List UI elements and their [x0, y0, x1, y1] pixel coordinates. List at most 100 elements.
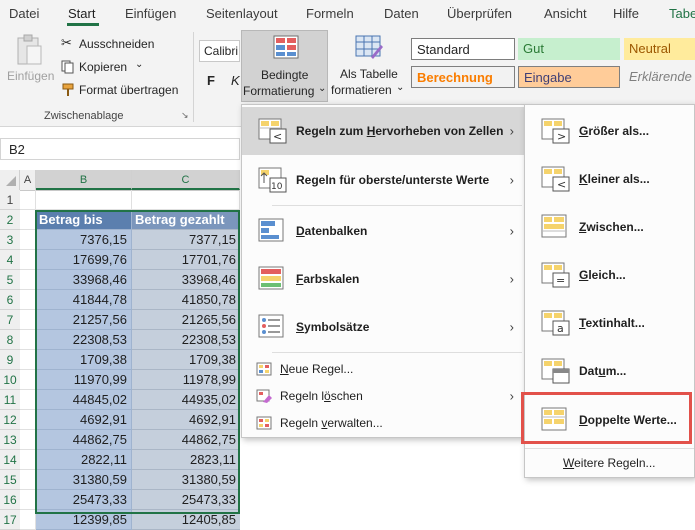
- style-berechnung[interactable]: Berechnung: [411, 66, 515, 88]
- row-header[interactable]: 15: [0, 470, 20, 490]
- cell-c[interactable]: 7377,15: [132, 230, 240, 250]
- menu-color-scales[interactable]: Farbskalen ›: [242, 255, 524, 303]
- cell-a[interactable]: [20, 270, 36, 290]
- italic-button[interactable]: K: [231, 73, 240, 88]
- cut-button[interactable]: ✂ Ausschneiden: [61, 35, 161, 52]
- cell-b[interactable]: 21257,56: [36, 310, 132, 330]
- column-header-a[interactable]: A: [20, 170, 36, 190]
- cell-a[interactable]: [20, 330, 36, 350]
- cell-b[interactable]: 44862,75: [36, 430, 132, 450]
- cell-b[interactable]: 12399,85: [36, 510, 132, 530]
- cell-c[interactable]: 21265,56: [132, 310, 240, 330]
- submenu-equal-to[interactable]: = Gleich...: [525, 251, 694, 299]
- submenu-between[interactable]: Zwischen...: [525, 203, 694, 251]
- cell-a[interactable]: [20, 350, 36, 370]
- cell-c[interactable]: [132, 190, 240, 210]
- cell-a[interactable]: [20, 430, 36, 450]
- cell-a[interactable]: [20, 250, 36, 270]
- cell-b[interactable]: [36, 190, 132, 210]
- cell-c[interactable]: 11978,99: [132, 370, 240, 390]
- cell-c[interactable]: 1709,38: [132, 350, 240, 370]
- row-header[interactable]: 10: [0, 370, 20, 390]
- row-header[interactable]: 17: [0, 510, 20, 530]
- menu-top-bottom-rules[interactable]: 10 Regeln für oberste/unterste Werte ›: [242, 156, 524, 204]
- row-header[interactable]: 1: [0, 190, 20, 210]
- cell-c[interactable]: 17701,76: [132, 250, 240, 270]
- cell-b[interactable]: 7376,15: [36, 230, 132, 250]
- style-eingabe[interactable]: Eingabe: [518, 66, 620, 88]
- cell-a[interactable]: [20, 410, 36, 430]
- style-gut[interactable]: Gut: [518, 38, 620, 60]
- row-header[interactable]: 11: [0, 390, 20, 410]
- cell-b[interactable]: 41844,78: [36, 290, 132, 310]
- menu-data-bars[interactable]: Datenbalken ›: [242, 207, 524, 255]
- tab-formeln[interactable]: Formeln: [306, 6, 354, 21]
- cell-c[interactable]: 4692,91: [132, 410, 240, 430]
- column-header-c[interactable]: C: [132, 170, 240, 190]
- tab-daten[interactable]: Daten: [384, 6, 419, 21]
- cell-a[interactable]: [20, 450, 36, 470]
- tab-einfuegen[interactable]: Einfügen: [125, 6, 176, 21]
- cell-b[interactable]: 33968,46: [36, 270, 132, 290]
- row-header[interactable]: 13: [0, 430, 20, 450]
- font-name-box[interactable]: Calibri: [199, 40, 240, 62]
- column-header-b[interactable]: B: [36, 170, 132, 190]
- row-header[interactable]: 6: [0, 290, 20, 310]
- paste-button[interactable]: [14, 34, 44, 68]
- submenu-greater-than[interactable]: > Größer als...: [525, 107, 694, 155]
- row-header[interactable]: 16: [0, 490, 20, 510]
- cell-b[interactable]: 2822,11: [36, 450, 132, 470]
- tab-tabelle[interactable]: Tabe: [669, 6, 695, 21]
- menu-new-rule[interactable]: Neue Regel...: [242, 355, 524, 383]
- tab-seitenlayout[interactable]: Seitenlayout: [206, 6, 278, 21]
- row-header[interactable]: 7: [0, 310, 20, 330]
- bold-button[interactable]: F: [207, 73, 215, 88]
- name-box[interactable]: B2: [0, 138, 240, 160]
- cell-c[interactable]: 41850,78: [132, 290, 240, 310]
- menu-highlight-cell-rules[interactable]: < Regeln zum Hervorheben von Zellen ›: [242, 107, 524, 155]
- cell-a[interactable]: [20, 310, 36, 330]
- copy-button[interactable]: Kopieren ⌄: [61, 59, 151, 75]
- row-header[interactable]: 12: [0, 410, 20, 430]
- menu-icon-sets[interactable]: Symbolsätze ›: [242, 303, 524, 351]
- conditional-formatting-button[interactable]: Bedingte Formatierung ⌄: [241, 30, 328, 102]
- format-as-table-button[interactable]: Als Tabelle formatieren ⌄: [331, 30, 405, 102]
- cell-b[interactable]: Betrag bis: [36, 210, 132, 230]
- select-all-corner[interactable]: [0, 170, 20, 190]
- chevron-down-icon[interactable]: ⌄: [135, 59, 143, 70]
- row-header[interactable]: 14: [0, 450, 20, 470]
- cell-c[interactable]: 2823,11: [132, 450, 240, 470]
- cell-b[interactable]: 4692,91: [36, 410, 132, 430]
- cell-c[interactable]: 31380,59: [132, 470, 240, 490]
- submenu-less-than[interactable]: < Kleiner als...: [525, 155, 694, 203]
- cell-b[interactable]: 1709,38: [36, 350, 132, 370]
- cell-b[interactable]: 17699,76: [36, 250, 132, 270]
- tab-hilfe[interactable]: Hilfe: [613, 6, 639, 21]
- cell-a[interactable]: [20, 370, 36, 390]
- style-erklaerend[interactable]: Erklärende: [624, 66, 695, 88]
- cell-a[interactable]: [20, 490, 36, 510]
- cell-b[interactable]: 31380,59: [36, 470, 132, 490]
- submenu-text-contains[interactable]: a Textinhalt...: [525, 299, 694, 347]
- tab-start[interactable]: Start: [68, 6, 95, 21]
- cell-a[interactable]: [20, 510, 36, 530]
- style-neutral[interactable]: Neutral: [624, 38, 695, 60]
- cell-a[interactable]: [20, 470, 36, 490]
- submenu-duplicate-values[interactable]: Doppelte Werte...: [525, 396, 694, 444]
- cell-b[interactable]: 44845,02: [36, 390, 132, 410]
- cell-a[interactable]: [20, 390, 36, 410]
- row-header[interactable]: 5: [0, 270, 20, 290]
- cell-a[interactable]: [20, 190, 36, 210]
- cell-b[interactable]: 11970,99: [36, 370, 132, 390]
- cell-a[interactable]: [20, 210, 36, 230]
- menu-clear-rules[interactable]: Regeln löschen ›: [242, 382, 524, 410]
- cell-c[interactable]: 44862,75: [132, 430, 240, 450]
- format-painter-button[interactable]: Format übertragen: [61, 82, 181, 98]
- dialog-launcher-icon[interactable]: ↘: [181, 110, 189, 121]
- row-header[interactable]: 9: [0, 350, 20, 370]
- cell-b[interactable]: 22308,53: [36, 330, 132, 350]
- tab-ueberpruefen[interactable]: Überprüfen: [447, 6, 512, 21]
- cell-c[interactable]: 33968,46: [132, 270, 240, 290]
- submenu-date[interactable]: Datum...: [525, 347, 694, 395]
- menu-manage-rules[interactable]: Regeln verwalten...: [242, 409, 524, 437]
